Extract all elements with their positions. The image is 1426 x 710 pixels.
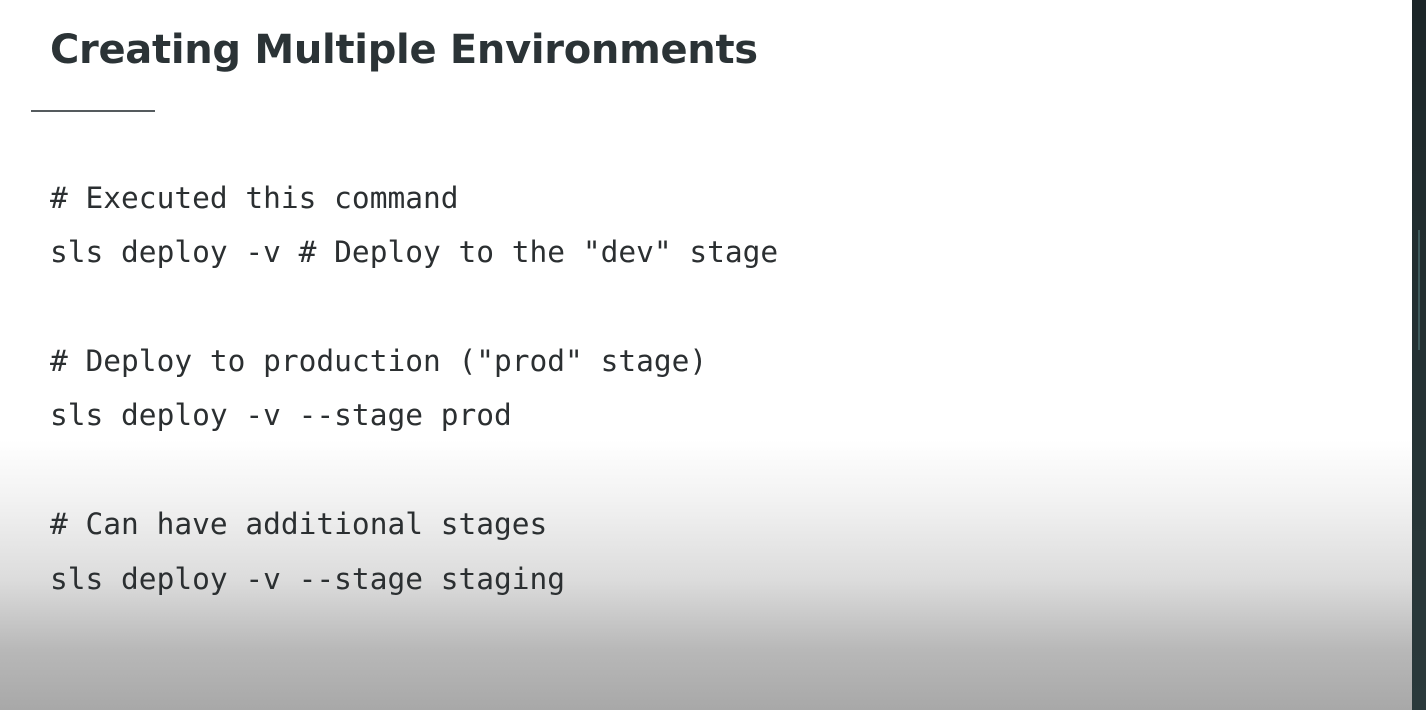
code-command-deploy-dev: sls deploy -v # Deploy to the "dev" stag… — [50, 235, 779, 269]
code-comment-additional: # Can have additional stages — [50, 507, 548, 541]
code-comment-production: # Deploy to production ("prod" stage) — [50, 344, 708, 378]
code-command-deploy-staging: sls deploy -v --stage staging — [50, 562, 566, 596]
window-edge-strip — [1412, 0, 1426, 710]
edge-accent-line — [1418, 230, 1420, 350]
slide-title: Creating Multiple Environments — [50, 27, 758, 73]
code-command-deploy-prod: sls deploy -v --stage prod — [50, 398, 512, 432]
code-comment-executed: # Executed this command — [50, 181, 459, 215]
presentation-slide: Creating Multiple Environments # Execute… — [0, 0, 1412, 710]
title-underline-divider — [31, 110, 155, 112]
